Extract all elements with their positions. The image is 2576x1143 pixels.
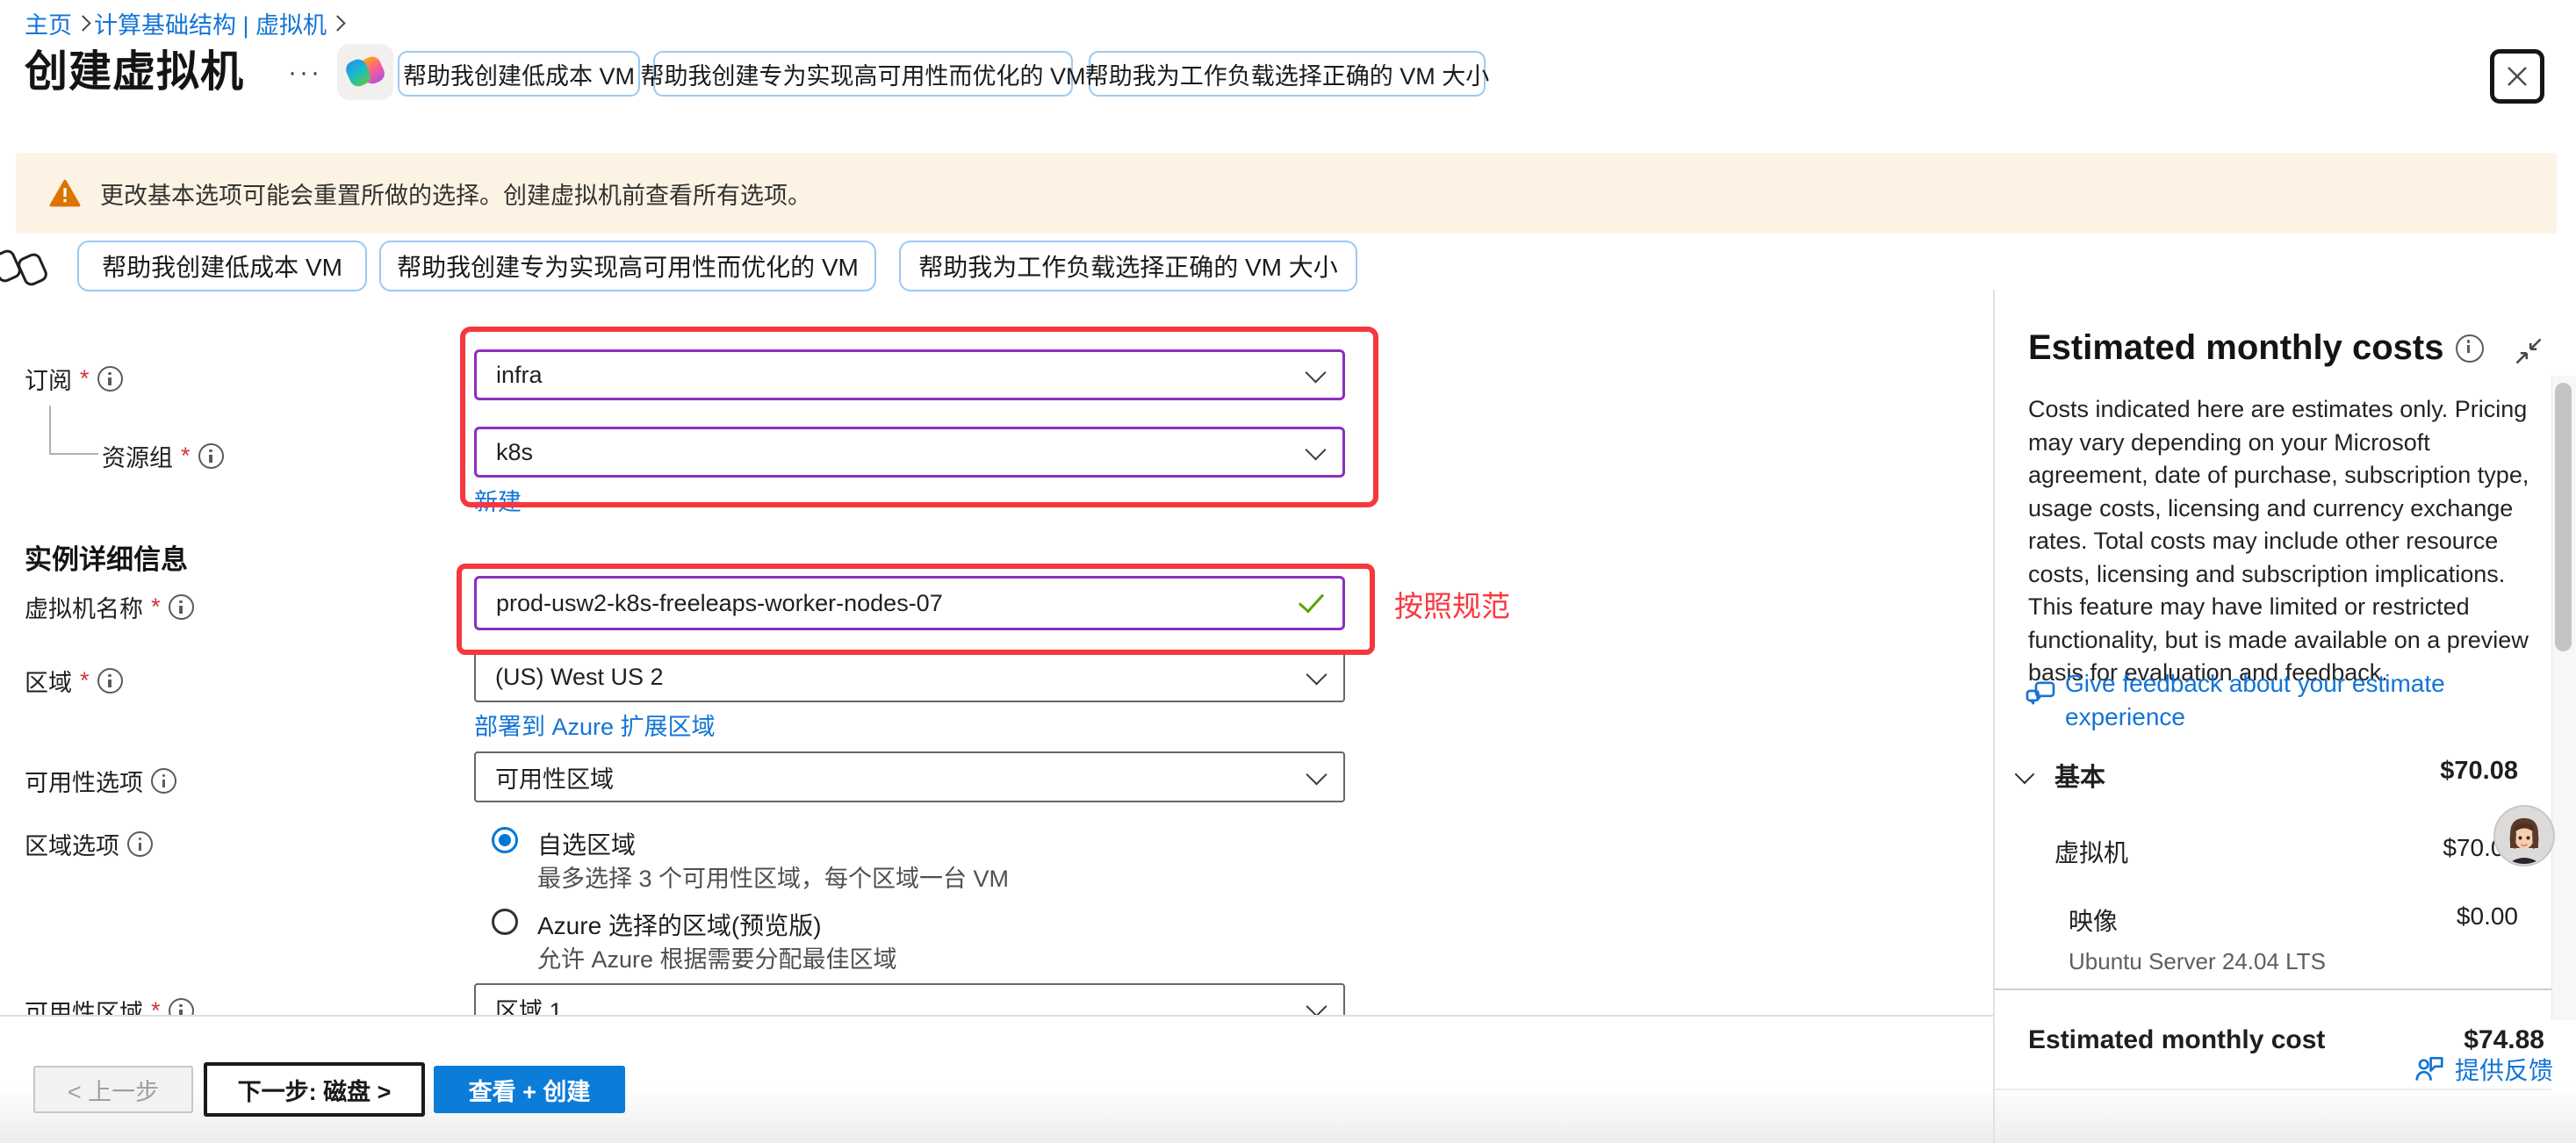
radio-self-selected-zones[interactable] [492, 827, 518, 853]
radio-azure-selected-zones-desc: 允许 Azure 根据需要分配最佳区域 [537, 940, 897, 974]
cost-item-name: 映像 [2069, 902, 2118, 938]
warning-icon [49, 179, 81, 207]
vm-name-input[interactable] [496, 590, 1299, 617]
edge-zone-link[interactable]: 部署到 Azure 扩展区域 [474, 708, 716, 742]
instance-details-heading: 实例详细信息 [25, 537, 188, 577]
radio-azure-selected-zones[interactable] [492, 909, 518, 935]
costs-panel-title: Estimated monthly costs [2028, 328, 2484, 368]
assist-high-availability-button[interactable]: 帮助我创建专为实现高可用性而优化的 VM [653, 51, 1073, 97]
region-dropdown[interactable]: (US) West US 2 [474, 651, 1345, 702]
scrollbar-thumb[interactable] [2555, 383, 2572, 651]
subscription-label: 订阅 * [25, 362, 123, 396]
info-icon[interactable] [198, 443, 224, 469]
vm-name-field [474, 576, 1345, 630]
assist-right-size-button-2[interactable]: 帮助我为工作负载选择正确的 VM 大小 [899, 241, 1357, 291]
chevron-down-icon [1306, 664, 1327, 685]
breadcrumb-section-link[interactable]: 计算基础结构 | 虚拟机 [94, 6, 327, 40]
panel-hr [1995, 988, 2551, 990]
next-disks-button[interactable]: 下一步: 磁盘 > [204, 1062, 425, 1117]
radio-azure-selected-zones-label[interactable]: Azure 选择的区域(预览版) [537, 907, 822, 942]
assist-low-cost-button[interactable]: 帮助我创建低成本 VM [398, 51, 640, 97]
info-icon[interactable] [169, 594, 194, 620]
chevron-down-icon[interactable] [2015, 765, 2035, 785]
previous-button[interactable]: < 上一步 [33, 1066, 193, 1113]
assist-low-cost-button-2[interactable]: 帮助我创建低成本 VM [77, 241, 367, 291]
radio-self-selected-zones-desc: 最多选择 3 个可用性区域，每个区域一台 VM [537, 859, 1009, 894]
footer-divider [0, 1015, 1993, 1017]
annotation-text: 按照规范 [1394, 583, 1510, 625]
chevron-down-icon [1305, 439, 1326, 460]
zone-options-label: 区域选项 [25, 827, 153, 861]
cost-group-amount: $70.08 [2283, 757, 2518, 786]
breadcrumb: 主页 计算基础结构 | 虚拟机 [25, 9, 349, 37]
chevron-right-icon [329, 15, 345, 31]
assist-right-size-button[interactable]: 帮助我为工作负载选择正确的 VM 大小 [1089, 51, 1486, 97]
info-icon[interactable] [2456, 334, 2484, 363]
more-options-button[interactable]: ··· [288, 58, 322, 88]
vm-name-label: 虚拟机名称 * [25, 590, 194, 624]
info-icon[interactable] [151, 768, 176, 794]
collapse-panel-icon[interactable] [2513, 335, 2544, 367]
copilot-button[interactable] [337, 44, 393, 100]
chevron-right-icon [75, 15, 90, 31]
resource-group-label: 资源组 * [102, 439, 224, 473]
availability-options-dropdown[interactable]: 可用性区域 [474, 751, 1345, 802]
chevron-down-icon [1306, 996, 1327, 1017]
resource-group-dropdown[interactable]: k8s [474, 427, 1345, 478]
total-label: Estimated monthly cost [2028, 1025, 2325, 1055]
review-create-button[interactable]: 查看 + 创建 [434, 1066, 625, 1113]
copilot-icon [347, 54, 384, 90]
cost-item-amount: $0.00 [2283, 902, 2518, 931]
chevron-down-icon [1305, 362, 1326, 383]
breadcrumb-home-link[interactable]: 主页 [25, 6, 72, 40]
warning-text: 更改基本选项可能会重置所做的选择。创建虚拟机前查看所有选项。 [100, 176, 811, 211]
costs-disclaimer: Costs indicated here are estimates only.… [2028, 393, 2537, 690]
feedback-bubbles-icon [2023, 678, 2058, 713]
radio-self-selected-zones-label[interactable]: 自选区域 [537, 826, 636, 861]
create-new-resource-group-link[interactable]: 新建 [474, 483, 522, 517]
cost-item-name: 虚拟机 [2054, 834, 2128, 869]
cost-group-name[interactable]: 基本 [2054, 757, 2105, 794]
tree-connector [49, 453, 98, 455]
info-icon[interactable] [97, 668, 123, 694]
avatar[interactable] [2493, 805, 2555, 871]
total-amount: $74.88 [2283, 1025, 2544, 1055]
estimated-costs-panel: Estimated monthly costs Costs indicated … [1993, 290, 2576, 1143]
close-button[interactable] [2490, 49, 2544, 104]
cost-item-detail: Ubuntu Server 24.04 LTS [2069, 948, 2326, 975]
info-icon[interactable] [97, 366, 123, 392]
assist-high-availability-button-2[interactable]: 帮助我创建专为实现高可用性而优化的 VM [379, 241, 876, 291]
region-label: 区域 * [25, 664, 123, 698]
cost-item-amount: $70.08 [2283, 834, 2518, 862]
panel-hr [1995, 1089, 2551, 1090]
close-icon [2504, 63, 2530, 90]
info-icon[interactable] [127, 831, 153, 857]
tree-connector [49, 406, 51, 455]
warning-banner: 更改基本选项可能会重置所做的选择。创建虚拟机前查看所有选项。 [16, 153, 2557, 234]
chevron-down-icon [1306, 764, 1327, 785]
estimate-feedback-link[interactable]: Give feedback about your estimate experi… [2065, 667, 2544, 734]
subscription-dropdown[interactable]: infra [474, 349, 1345, 400]
availability-options-label: 可用性选项 [25, 764, 176, 798]
page-title: 创建虚拟机 [25, 37, 244, 99]
valid-check-icon [1299, 586, 1324, 613]
